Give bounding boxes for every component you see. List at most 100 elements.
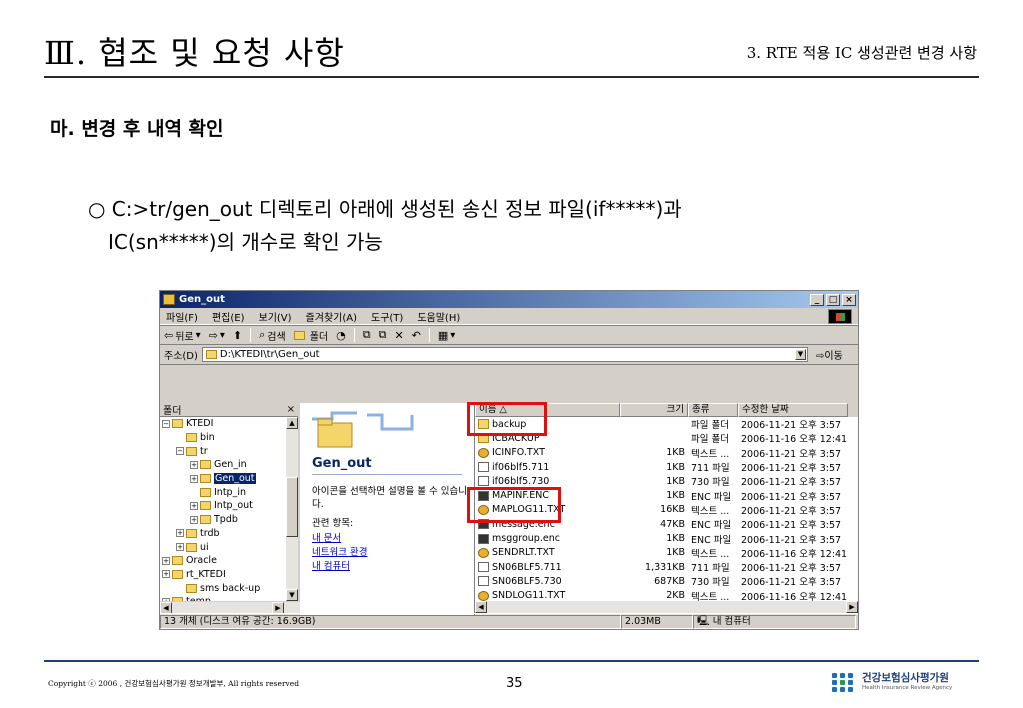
file-row[interactable]: SN06BLF5.711 1,331KB 711 파일 2006-11-21 오후 3… <box>475 560 858 574</box>
file-name-cell: ICINFO.TXT <box>475 447 620 458</box>
file-date: 2006-11-21 오후 3:57 <box>741 448 842 460</box>
tree-item[interactable]: + Gen_in <box>160 458 288 472</box>
minimize-button[interactable]: _ <box>810 293 824 306</box>
highlight-box-message <box>467 487 561 523</box>
title-divider <box>44 76 979 78</box>
file-size: 1KB <box>666 461 685 473</box>
file-date: 2006-11-21 오후 3:57 <box>741 491 842 503</box>
tree-item[interactable]: + trdb <box>160 527 288 541</box>
tree-item-label: Gen_in <box>214 459 247 471</box>
maximize-button[interactable]: □ <box>826 293 840 306</box>
file-size: 47KB <box>660 518 685 530</box>
search-button[interactable]: ⌕ 검색 <box>259 328 286 343</box>
file-name-cell: SNDLOG11.TXT <box>475 590 620 601</box>
expand-icon[interactable]: + <box>190 515 198 524</box>
status-objects: 13 개체 (디스크 여유 공간: 16.9GB) <box>160 614 621 629</box>
info-folder-title: Gen_out <box>312 456 372 471</box>
file-size: 1KB <box>666 533 685 545</box>
chevron-down-icon: ▾ <box>450 329 456 341</box>
forward-button[interactable]: ⇨ ▾ <box>209 329 225 342</box>
logo-english-name: Health Insurance Review Agency <box>862 684 953 691</box>
folder-icon <box>186 528 197 538</box>
column-date[interactable]: 수정한 날짜 <box>738 403 848 417</box>
menu-edit[interactable]: 편집(E) <box>212 309 245 324</box>
history-button[interactable]: ◔ <box>336 329 346 342</box>
tree-item[interactable]: + rt_KTEDI <box>160 568 288 582</box>
tree-item[interactable]: + Intp_out <box>160 499 288 513</box>
folder-icon <box>200 487 211 497</box>
move-to-button[interactable]: ⧉ <box>363 328 371 342</box>
collapse-icon[interactable]: − <box>162 419 170 428</box>
search-label: 검색 <box>267 331 286 343</box>
link-my-computer[interactable]: 내 컴퓨터 <box>312 558 350 572</box>
tree-item[interactable]: Intp_in <box>160 485 288 499</box>
close-button[interactable]: × <box>842 293 856 306</box>
column-type[interactable]: 종류 <box>688 403 738 417</box>
menu-favorites[interactable]: 즐겨찾기(A) <box>306 309 357 324</box>
tree-item[interactable]: + Oracle <box>160 554 288 568</box>
file-row[interactable]: SN06BLF5.730 687KB 730 파일 2006-11-21 오후 3:5… <box>475 574 858 588</box>
address-input[interactable]: D:\KTEDI\tr\Gen_out ▼ <box>201 347 808 362</box>
up-folder-button[interactable]: ⬆ <box>233 329 242 342</box>
file-row[interactable]: if06blf5.711 1KB 711 파일 2006-11-21 오후 3:57 <box>475 460 858 474</box>
file-row[interactable]: msggroup.enc 1KB ENC 파일 2006-11-21 오후 3:57 <box>475 531 858 546</box>
tree-item[interactable]: bin <box>160 431 288 445</box>
scroll-right-icon[interactable]: ▶ <box>846 601 858 613</box>
file-row[interactable]: SENDRLT.TXT 1KB 텍스트 ... 2006-11-16 오후 12:41 <box>475 546 858 560</box>
scroll-left-icon[interactable]: ◀ <box>475 601 487 613</box>
menu-view[interactable]: 보기(V) <box>259 309 292 324</box>
hira-logo-icon <box>830 671 856 693</box>
tree-item-label: KTEDI <box>186 418 214 430</box>
tree-item[interactable]: + ui <box>160 540 288 554</box>
file-date: 2006-11-21 오후 3:57 <box>741 520 842 532</box>
menu-tools[interactable]: 도구(T) <box>371 309 403 324</box>
scroll-down-icon[interactable]: ▼ <box>286 589 298 601</box>
folders-button[interactable]: 폴더 <box>293 328 328 343</box>
tree-item[interactable]: + Tpdb <box>160 513 288 527</box>
close-icon[interactable]: × <box>287 404 295 415</box>
expand-icon[interactable]: + <box>162 556 170 565</box>
file-icon <box>478 462 489 473</box>
status-location: 🖳 내 컴퓨터 <box>693 614 856 629</box>
file-type: ENC 파일 <box>691 534 732 546</box>
expand-icon[interactable]: + <box>176 529 184 538</box>
tree-item-label: Tpdb <box>214 514 238 526</box>
tree-item[interactable]: sms back-up <box>160 581 288 595</box>
file-date: 2006-11-16 오후 12:41 <box>741 548 848 560</box>
tree-vertical-scrollbar[interactable]: ▲ ▼ <box>286 417 298 601</box>
menu-help[interactable]: 도움말(H) <box>417 309 460 324</box>
chevron-down-icon[interactable]: ▼ <box>795 349 806 360</box>
expand-icon[interactable]: + <box>190 474 198 483</box>
folder-icon <box>200 474 211 484</box>
expand-icon[interactable]: + <box>190 501 198 510</box>
link-network[interactable]: 네트워크 환경 <box>312 544 367 558</box>
file-date: 2006-11-21 오후 3:57 <box>741 505 842 517</box>
undo-button[interactable]: ↶ <box>412 329 421 342</box>
delete-button[interactable]: ✕ <box>394 329 403 342</box>
file-size: 1,331KB <box>645 561 685 573</box>
copy-to-button[interactable]: ⧉ <box>379 328 387 342</box>
window-titlebar[interactable]: Gen_out _ □ × <box>160 291 858 308</box>
menu-file[interactable]: 파일(F) <box>166 309 198 324</box>
column-size[interactable]: 크기 <box>620 403 688 417</box>
folder-banner-icon <box>312 411 414 448</box>
tree-item[interactable]: + Gen_out <box>160 472 288 486</box>
file-icon <box>478 576 489 587</box>
tree-item[interactable]: − KTEDI <box>160 417 288 431</box>
file-row[interactable]: ICINFO.TXT 1KB 텍스트 ... 2006-11-21 오후 3:57 <box>475 446 858 460</box>
scroll-thumb[interactable] <box>286 477 298 537</box>
expand-icon[interactable]: + <box>162 570 170 579</box>
go-button[interactable]: ⇨이동 <box>812 347 858 362</box>
expand-icon[interactable]: + <box>176 543 184 552</box>
undo-icon: ↶ <box>411 328 421 342</box>
scroll-up-icon[interactable]: ▲ <box>286 417 298 429</box>
file-name-cell: if06blf5.711 <box>475 462 620 473</box>
tree-item[interactable]: − tr <box>160 444 288 458</box>
link-my-documents[interactable]: 내 문서 <box>312 530 341 544</box>
views-button[interactable]: ▦ ▾ <box>438 329 455 342</box>
file-type: 텍스트 ... <box>691 505 730 517</box>
expand-icon[interactable]: + <box>190 460 198 469</box>
back-button[interactable]: ⇦ 뒤로 ▾ <box>164 328 201 343</box>
address-value: D:\KTEDI\tr\Gen_out <box>219 349 320 360</box>
collapse-icon[interactable]: − <box>176 447 184 456</box>
